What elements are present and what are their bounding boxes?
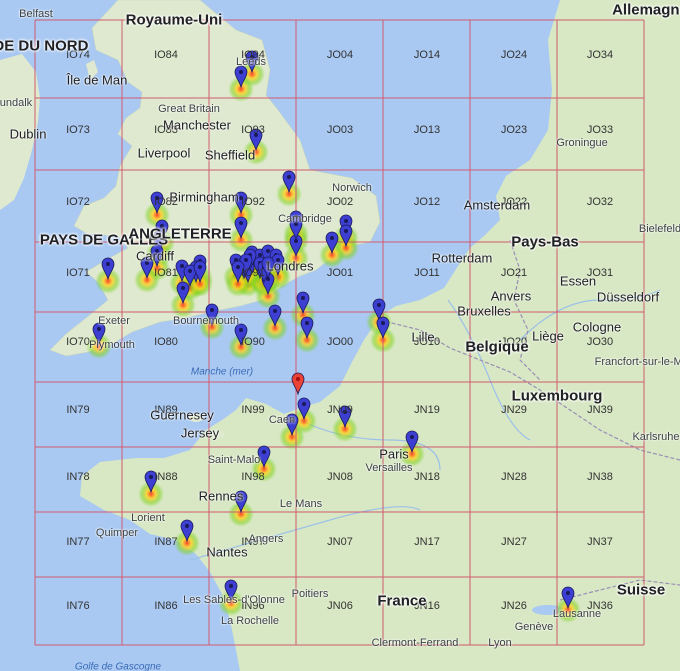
guernsey-island (189, 414, 203, 422)
map-canvas[interactable] (0, 0, 680, 671)
jersey-island (207, 430, 225, 438)
map-view[interactable]: IO74 IO84 IO94 JO04 JO14 JO24 JO34 IO73 IO83 IO93… (0, 0, 680, 671)
